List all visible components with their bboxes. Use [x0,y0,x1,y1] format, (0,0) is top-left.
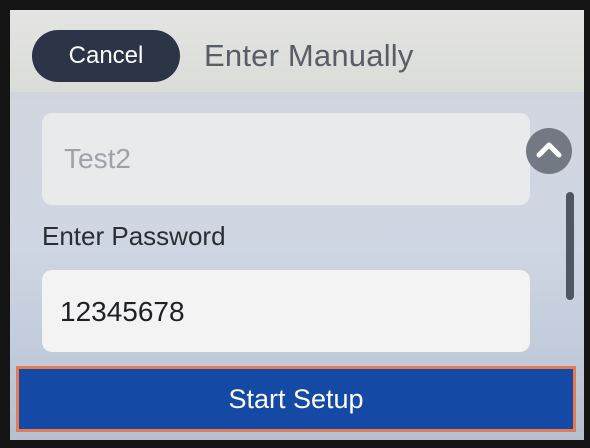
ssid-value: Test2 [64,143,131,174]
cancel-button[interactable]: Cancel [32,30,180,82]
password-value: 12345678 [60,296,185,327]
printer-screen: Cancel Enter Manually Test2 Enter Passwo… [10,10,584,440]
page-title: Enter Manually [204,38,414,73]
password-field[interactable]: 12345678 [42,270,530,352]
scroll-up-button[interactable] [526,128,572,174]
ssid-field[interactable]: Test2 [42,113,530,205]
start-setup-button[interactable]: Start Setup [16,366,576,432]
scrollbar[interactable] [566,192,574,300]
password-label: Enter Password [42,221,226,251]
chevron-up-icon [536,142,562,158]
header-bar: Cancel Enter Manually [10,10,584,92]
